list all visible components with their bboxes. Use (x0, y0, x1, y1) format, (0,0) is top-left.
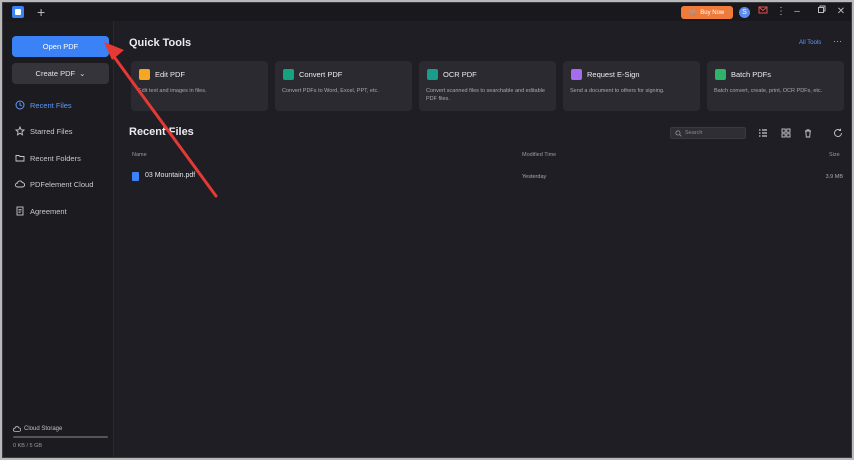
tool-card-title: Convert PDF (299, 70, 343, 79)
sidebar-item-starred-files[interactable]: Starred Files (15, 124, 73, 138)
column-header-name[interactable]: Name (132, 152, 147, 158)
grid-view-icon[interactable] (781, 128, 791, 138)
recent-files-title: Recent Files (129, 126, 194, 138)
trash-icon[interactable] (803, 128, 813, 138)
sidebar-item-label: PDFelement Cloud (30, 179, 94, 189)
title-bar: + 🛒 Buy Now S ⋮ – ✕ (3, 3, 851, 21)
cart-icon: 🛒 (689, 10, 698, 16)
sidebar-item-recent-folders[interactable]: Recent Folders (15, 151, 81, 165)
cloud-icon (15, 180, 25, 188)
open-pdf-button[interactable]: Open PDF (12, 36, 109, 57)
tool-card-edit-pdf[interactable]: Edit PDF Edit text and images in files. (131, 61, 268, 111)
cloud-storage-text: Cloud Storage (24, 426, 63, 432)
column-header-modified[interactable]: Modified Time (522, 152, 556, 158)
app-window: + 🛒 Buy Now S ⋮ – ✕ Open PDF Create PDF … (2, 2, 852, 458)
sidebar-item-label: Agreement (30, 206, 67, 216)
tool-card-desc: Send a document to others for signing. (570, 88, 665, 94)
file-size: 3.9 MB (825, 174, 843, 180)
clock-icon (15, 100, 25, 110)
edit-pdf-icon (139, 69, 150, 80)
tool-card-desc: Convert scanned files to searchable and … (426, 88, 545, 102)
main-content: Quick Tools All Tools ··· Edit PDF Edit … (115, 21, 851, 457)
app-logo-icon[interactable] (12, 6, 24, 18)
star-icon (15, 126, 25, 136)
ocr-pdf-icon (427, 69, 438, 80)
table-row[interactable]: 03 Mountain.pdf Yesterday 3.9 MB (129, 168, 843, 186)
tool-card-title: Request E-Sign (587, 70, 640, 79)
tool-card-desc: Convert PDFs to Word, Excel, PPT, etc. (282, 88, 379, 94)
buy-now-button[interactable]: 🛒 Buy Now (681, 6, 733, 19)
folder-icon (15, 155, 25, 162)
convert-pdf-icon (283, 69, 294, 80)
refresh-icon[interactable] (833, 128, 843, 138)
minimize-icon[interactable]: – (790, 5, 804, 19)
sidebar-item-agreement[interactable]: Agreement (15, 204, 67, 218)
file-modified: Yesterday (522, 174, 547, 180)
close-icon[interactable]: ✕ (834, 5, 848, 19)
create-pdf-button[interactable]: Create PDF ⌄ (12, 63, 109, 84)
sidebar-item-label: Starred Files (30, 126, 73, 136)
sidebar-item-pdfelement-cloud[interactable]: PDFelement Cloud (15, 177, 93, 191)
more-options-icon[interactable]: ··· (833, 36, 842, 46)
search-icon (675, 129, 682, 137)
mail-icon[interactable] (756, 5, 770, 19)
batch-pdfs-icon (715, 69, 726, 80)
create-pdf-label: Create PDF (35, 69, 76, 78)
tool-card-batch-pdfs[interactable]: Batch PDFs Batch convert, create, print,… (707, 61, 844, 111)
avatar[interactable]: S (739, 7, 750, 18)
cloud-icon (13, 426, 21, 432)
restore-icon[interactable] (814, 5, 828, 19)
esign-icon (571, 69, 582, 80)
sidebar-item-recent-files[interactable]: Recent Files (15, 98, 72, 112)
all-tools-link[interactable]: All Tools (799, 40, 821, 46)
quick-tools-title: Quick Tools (129, 37, 192, 49)
tool-card-ocr-pdf[interactable]: OCR PDF Convert scanned files to searcha… (419, 61, 556, 111)
sidebar-item-label: Recent Folders (30, 153, 81, 163)
tool-card-title: OCR PDF (443, 70, 477, 79)
storage-progress-bar (13, 436, 108, 438)
tool-card-convert-pdf[interactable]: Convert PDF Convert PDFs to Word, Excel,… (275, 61, 412, 111)
file-name: 03 Mountain.pdf (145, 172, 196, 179)
menu-dots-icon[interactable]: ⋮ (774, 5, 788, 19)
search-placeholder: Search (685, 130, 703, 136)
tool-card-desc: Batch convert, create, print, OCR PDFs, … (714, 88, 823, 94)
tool-card-desc: Edit text and images in files. (138, 88, 207, 94)
sidebar: Open PDF Create PDF ⌄ Recent Files Starr… (3, 21, 114, 457)
tool-card-request-esign[interactable]: Request E-Sign Send a document to others… (563, 61, 700, 111)
storage-usage: 0 KB / 5 GB (13, 443, 43, 449)
sidebar-item-label: Recent Files (30, 100, 72, 110)
buy-now-label: Buy Now (700, 9, 725, 16)
tool-card-title: Edit PDF (155, 70, 186, 79)
document-icon (16, 206, 24, 216)
pdf-file-icon (132, 172, 139, 181)
new-tab-button[interactable]: + (37, 3, 45, 21)
column-header-size[interactable]: Size (829, 152, 840, 158)
chevron-down-icon: ⌄ (79, 69, 86, 78)
tool-card-title: Batch PDFs (731, 70, 772, 79)
list-view-icon[interactable] (758, 128, 768, 138)
search-input[interactable]: Search (670, 127, 746, 139)
cloud-storage-label: Cloud Storage (13, 425, 62, 433)
